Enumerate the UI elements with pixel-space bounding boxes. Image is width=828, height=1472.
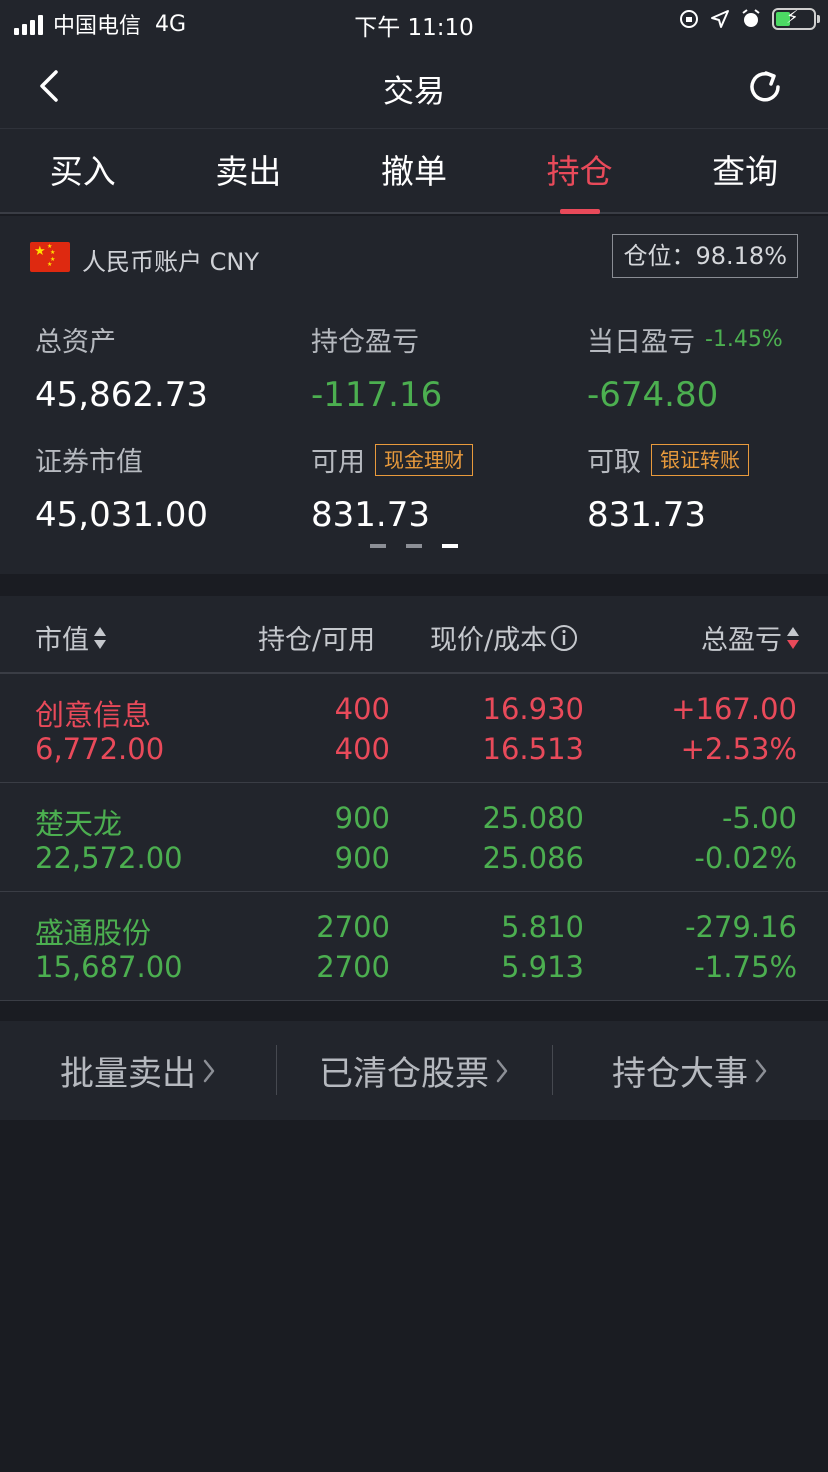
sort-market-value-header[interactable]: 市值 — [35, 618, 107, 657]
tab-query[interactable]: 查询 — [662, 129, 828, 212]
price-cost-header-label: 现价/成本 — [430, 625, 548, 656]
table-header: 市值 持仓/可用 现价/成本 总盈亏 — [0, 596, 828, 674]
page-title: 交易 — [383, 74, 445, 110]
available-qty: 900 — [334, 841, 390, 875]
total-assets: 总资产 45,862.73 — [35, 320, 208, 415]
market-value-label: 证券市值 — [35, 447, 143, 478]
available-qty: 2700 — [316, 950, 390, 984]
daily-pl-percent: -1.45% — [705, 327, 783, 352]
stock-name: 创意信息 — [35, 698, 152, 732]
sort-icon — [94, 626, 106, 649]
cost-price: 16.513 — [482, 732, 584, 766]
table-row[interactable]: 创意信息 6,772.00 400 400 16.930 16.513 +167… — [0, 674, 828, 783]
total-pl-percent: -0.02% — [694, 841, 797, 875]
tab-cancel-order[interactable]: 撤单 — [331, 129, 497, 212]
position-ratio-badge: 仓位：98.18% — [612, 234, 798, 278]
available-qty: 400 — [334, 732, 390, 766]
available-funds: 可用 现金理财 831.73 — [311, 440, 473, 535]
current-price: 25.080 — [482, 801, 584, 835]
account-name: 人民币账户 CNY — [82, 248, 259, 276]
withdrawable-value: 831.73 — [587, 495, 706, 535]
stock-name: 楚天龙 — [35, 807, 123, 841]
stock-market-value: 22,572.00 — [35, 841, 183, 875]
total-pl-header-label: 总盈亏 — [701, 625, 782, 656]
battery-icon: ⚡ — [772, 7, 820, 30]
page-indicator[interactable] — [370, 544, 458, 548]
stock-market-value: 15,687.00 — [35, 950, 183, 984]
total-pl-percent: -1.75% — [694, 950, 797, 984]
alarm-icon — [742, 9, 760, 27]
table-row[interactable]: 楚天龙 22,572.00 900 900 25.080 25.086 -5.0… — [0, 783, 828, 892]
holding-events-button[interactable]: 持仓大事 — [552, 1021, 828, 1120]
withdrawable-label: 可取 — [587, 447, 641, 478]
status-bar: 中国电信 4G 下午 11:10 ⚡ — [0, 0, 828, 44]
withdrawable-funds: 可取 银证转账 831.73 — [587, 440, 749, 535]
available-value: 831.73 — [311, 495, 430, 535]
holding-qty: 400 — [334, 692, 390, 726]
market-value-amount: 45,031.00 — [35, 495, 209, 535]
location-icon — [711, 10, 729, 28]
stock-market-value: 6,772.00 — [35, 732, 165, 766]
trade-tabs: 买入 卖出 撤单 持仓 查询 — [0, 128, 828, 214]
chevron-right-icon — [496, 1059, 508, 1082]
holding-events-label: 持仓大事 — [612, 1054, 748, 1094]
account-summary: ★ ★ ★ ★ ★ 人民币账户 CNY 仓位：98.18% 总资产 45,862… — [0, 216, 828, 574]
total-pl-percent: +2.53% — [680, 732, 797, 766]
tab-positions[interactable]: 持仓 — [497, 129, 663, 214]
refresh-icon[interactable] — [742, 64, 788, 110]
stock-name: 盛通股份 — [35, 916, 152, 950]
chevron-right-icon — [203, 1059, 215, 1082]
holdings-actions: 批量卖出 已清仓股票 持仓大事 — [0, 1021, 828, 1120]
market-value: 证券市值 45,031.00 — [35, 440, 208, 535]
holdings-table: 市值 持仓/可用 现价/成本 总盈亏 创意信息 6,772.00 400 400… — [0, 596, 828, 1001]
sort-icon — [787, 626, 799, 649]
cash-management-button[interactable]: 现金理财 — [375, 443, 473, 476]
rotation-lock-icon — [680, 10, 698, 28]
holding-pl-value: -117.16 — [311, 375, 443, 415]
holding-available-header: 持仓/可用 — [258, 625, 376, 656]
daily-pl-label: 当日盈亏 — [587, 327, 695, 358]
china-flag-icon: ★ ★ ★ ★ ★ — [30, 242, 70, 272]
total-assets-value: 45,862.73 — [35, 375, 209, 415]
bank-transfer-button[interactable]: 银证转账 — [651, 443, 749, 476]
batch-sell-button[interactable]: 批量卖出 — [0, 1021, 276, 1120]
tab-buy[interactable]: 买入 — [0, 129, 166, 212]
price-cost-header: 现价/成本 — [430, 618, 578, 657]
cost-price: 25.086 — [482, 841, 584, 875]
total-pl: +167.00 — [671, 692, 797, 726]
cleared-stocks-label: 已清仓股票 — [319, 1054, 489, 1094]
total-pl: -279.16 — [685, 910, 797, 944]
info-icon[interactable] — [550, 624, 578, 652]
available-label: 可用 — [311, 447, 365, 478]
table-row[interactable]: 盛通股份 15,687.00 2700 2700 5.810 5.913 -27… — [0, 892, 828, 1001]
market-value-header-label: 市值 — [35, 625, 89, 656]
cleared-stocks-button[interactable]: 已清仓股票 — [276, 1021, 552, 1120]
current-price: 5.810 — [500, 910, 584, 944]
batch-sell-label: 批量卖出 — [60, 1054, 196, 1094]
total-pl: -5.00 — [721, 801, 797, 835]
tab-sell[interactable]: 卖出 — [166, 129, 332, 212]
sort-total-pl-header[interactable]: 总盈亏 — [701, 618, 800, 657]
chevron-right-icon — [755, 1059, 767, 1082]
daily-pl-value: -674.80 — [587, 375, 719, 415]
holding-qty: 900 — [334, 801, 390, 835]
daily-pl: 当日盈亏 -1.45% -674.80 — [587, 320, 783, 415]
total-assets-label: 总资产 — [35, 327, 116, 358]
holding-qty: 2700 — [316, 910, 390, 944]
holding-pl-label: 持仓盈亏 — [311, 327, 419, 358]
nav-bar: 交易 — [0, 44, 828, 128]
holding-pl: 持仓盈亏 -117.16 — [311, 320, 442, 415]
current-price: 16.930 — [482, 692, 584, 726]
cost-price: 5.913 — [500, 950, 584, 984]
